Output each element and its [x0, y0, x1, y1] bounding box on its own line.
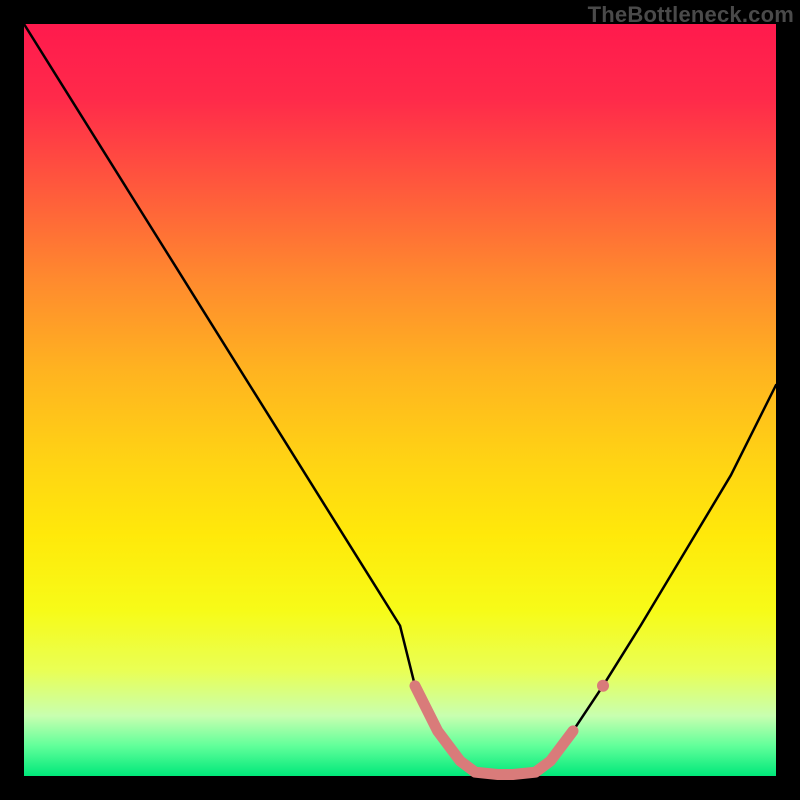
bottleneck-curve-path: [24, 24, 776, 775]
watermark-label: TheBottleneck.com: [588, 2, 794, 28]
marker-dot: [597, 680, 609, 692]
bottleneck-curve-svg: [24, 24, 776, 776]
outer-frame: TheBottleneck.com: [0, 0, 800, 800]
gradient-plot-area: [24, 24, 776, 776]
valley-floor-highlight: [415, 686, 573, 775]
